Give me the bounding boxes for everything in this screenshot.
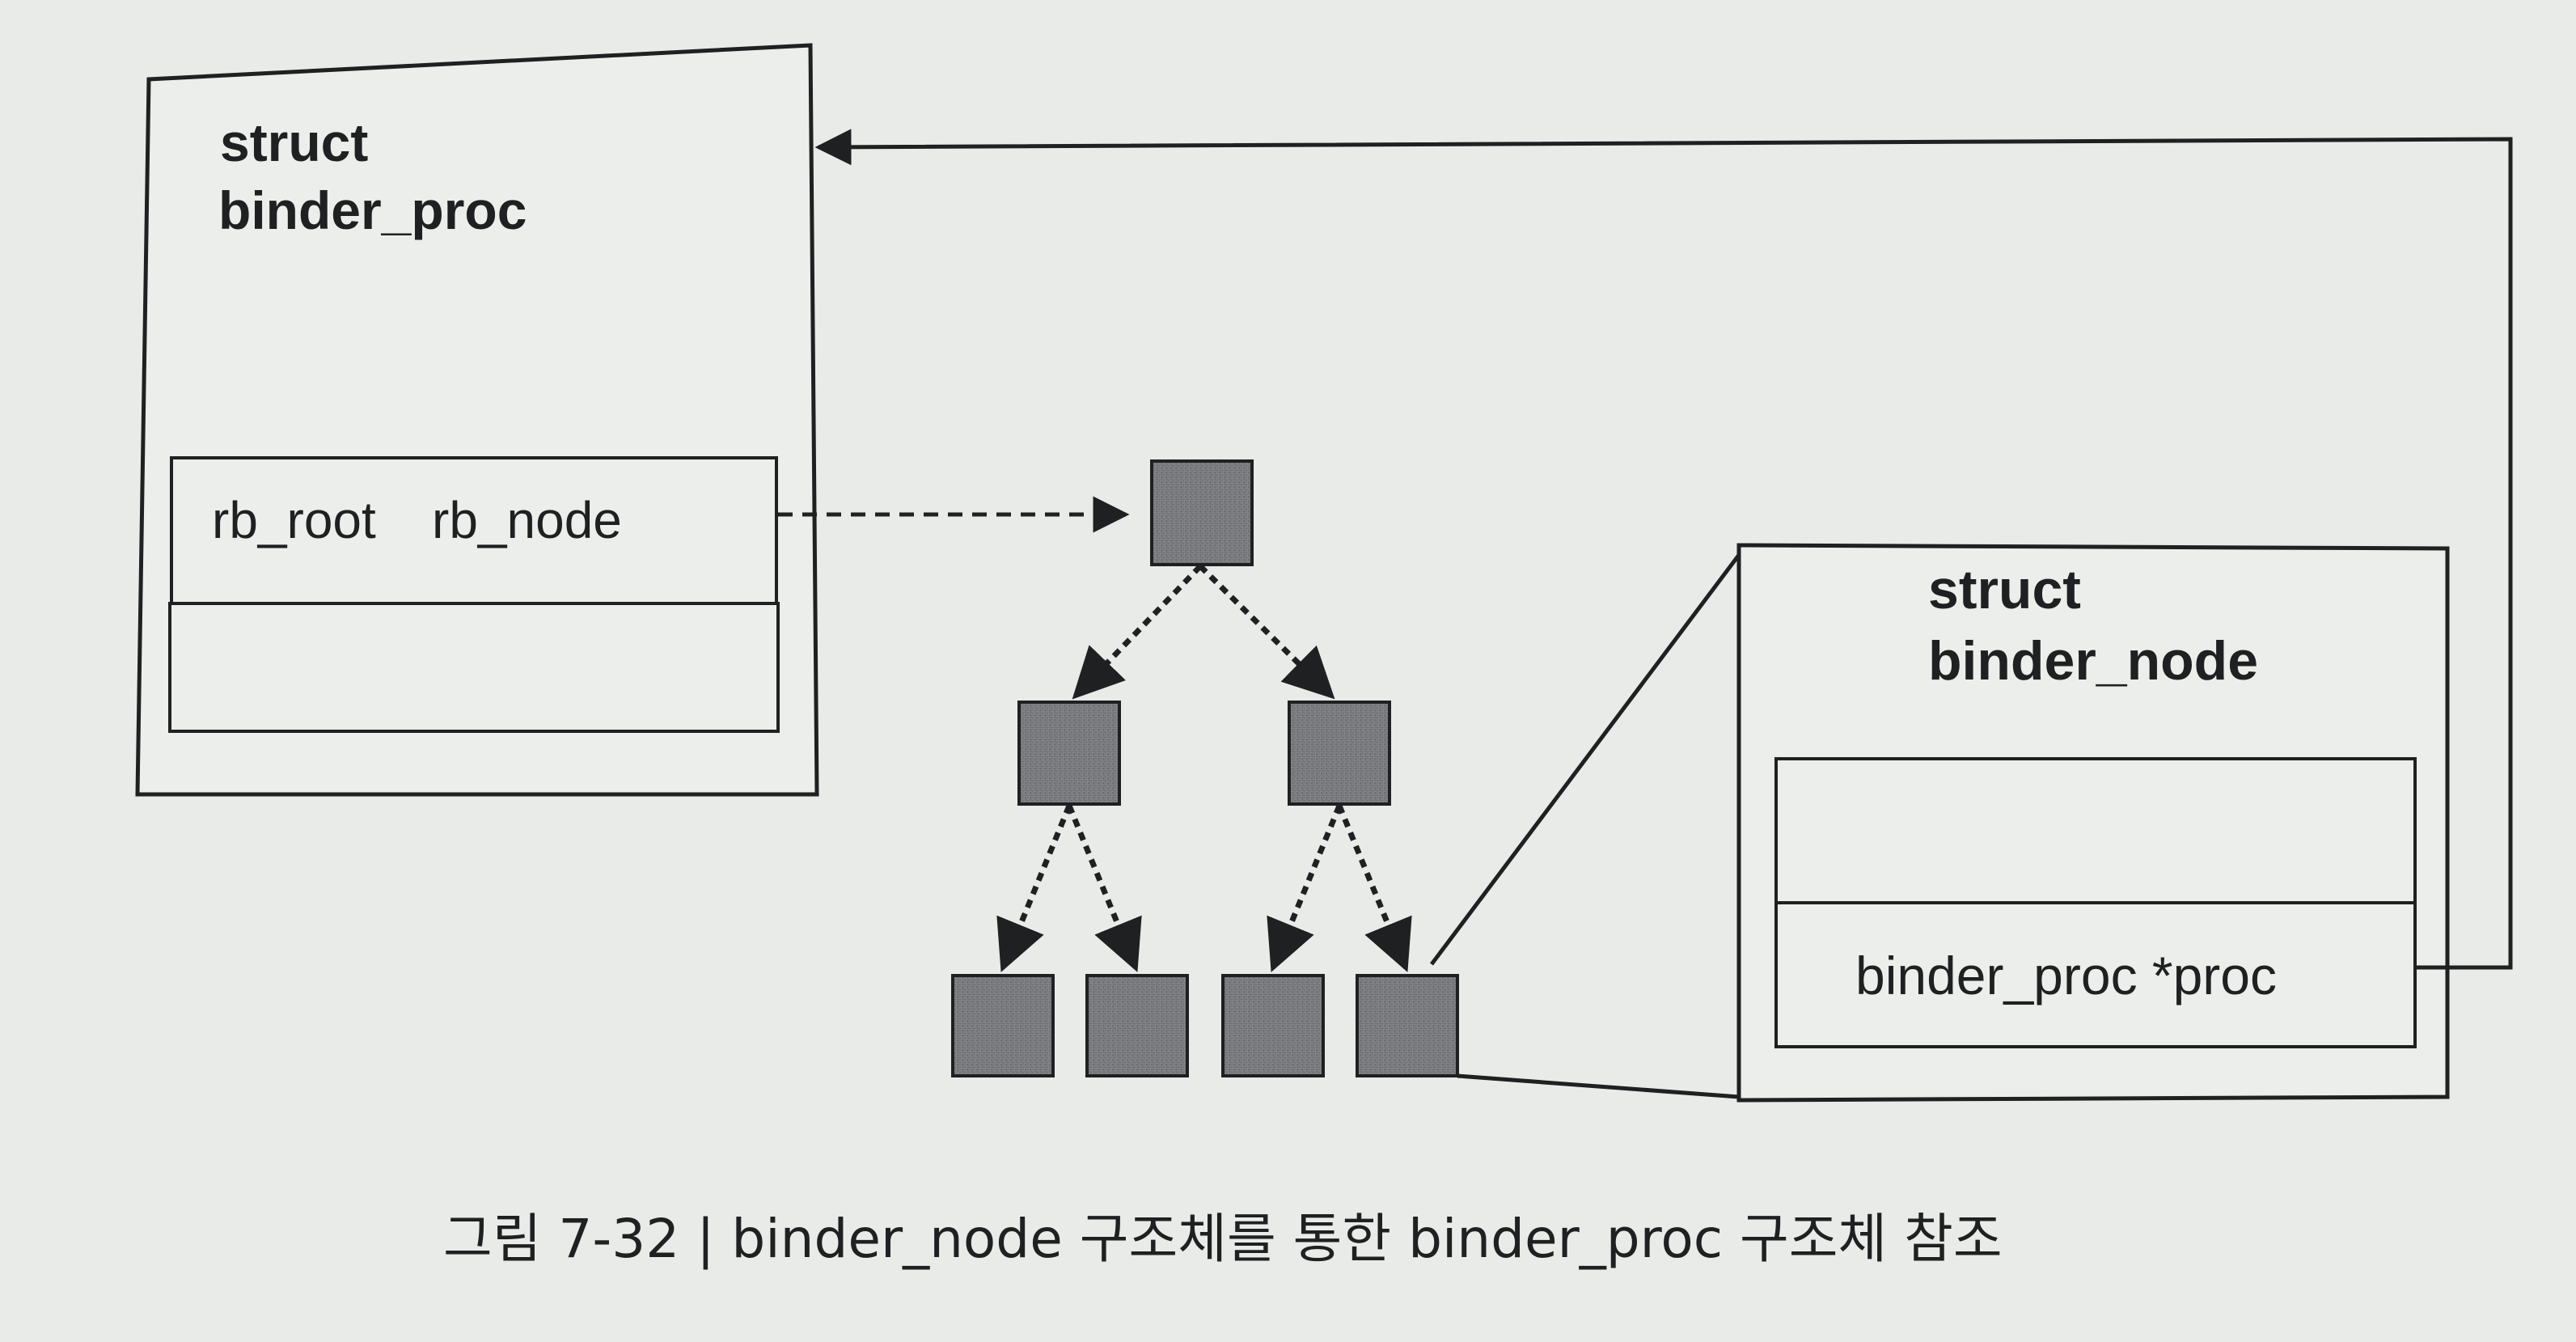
rb-node-label: rb_node [432, 491, 622, 549]
tree-node-leaf-highlighted [1356, 974, 1459, 1077]
tree-edge [1198, 564, 1335, 700]
binder-proc-title-line2: binder_proc [218, 180, 527, 240]
tree-node-root [1150, 459, 1254, 566]
binder-proc-pointer-label: binder_proc *proc [1855, 946, 2277, 1005]
diagram-canvas: struct binder_proc rb_root rb_node struc… [0, 0, 2576, 1342]
tree-edge [1336, 804, 1412, 972]
tree-edge [1267, 804, 1343, 972]
tree-node-level2-right [1288, 701, 1391, 806]
binder-node-empty-field [1774, 757, 2417, 904]
red-black-tree [951, 459, 1459, 1077]
binder-node-title-line2: binder_node [1928, 630, 2259, 692]
tree-edge [1072, 564, 1203, 700]
tree-node-leaf [951, 974, 1055, 1077]
tree-node-leaf [1085, 974, 1189, 1077]
binder-proc-empty-field [168, 602, 780, 733]
figure-caption: 그림 7-32 | binder_node 구조체를 통한 binder_pro… [443, 1208, 2003, 1270]
rb-root-label: rb_root [212, 491, 376, 549]
zoom-line-bottom [1457, 1073, 1740, 1099]
tree-node-leaf [1221, 974, 1325, 1077]
tree-edge [1066, 804, 1142, 972]
binder-node-title-line1: struct [1928, 559, 2081, 620]
zoom-line-top [1430, 553, 1741, 966]
binder-proc-title-line1: struct [220, 112, 369, 172]
tree-edge [996, 804, 1072, 972]
tree-node-level2-left [1017, 701, 1121, 806]
